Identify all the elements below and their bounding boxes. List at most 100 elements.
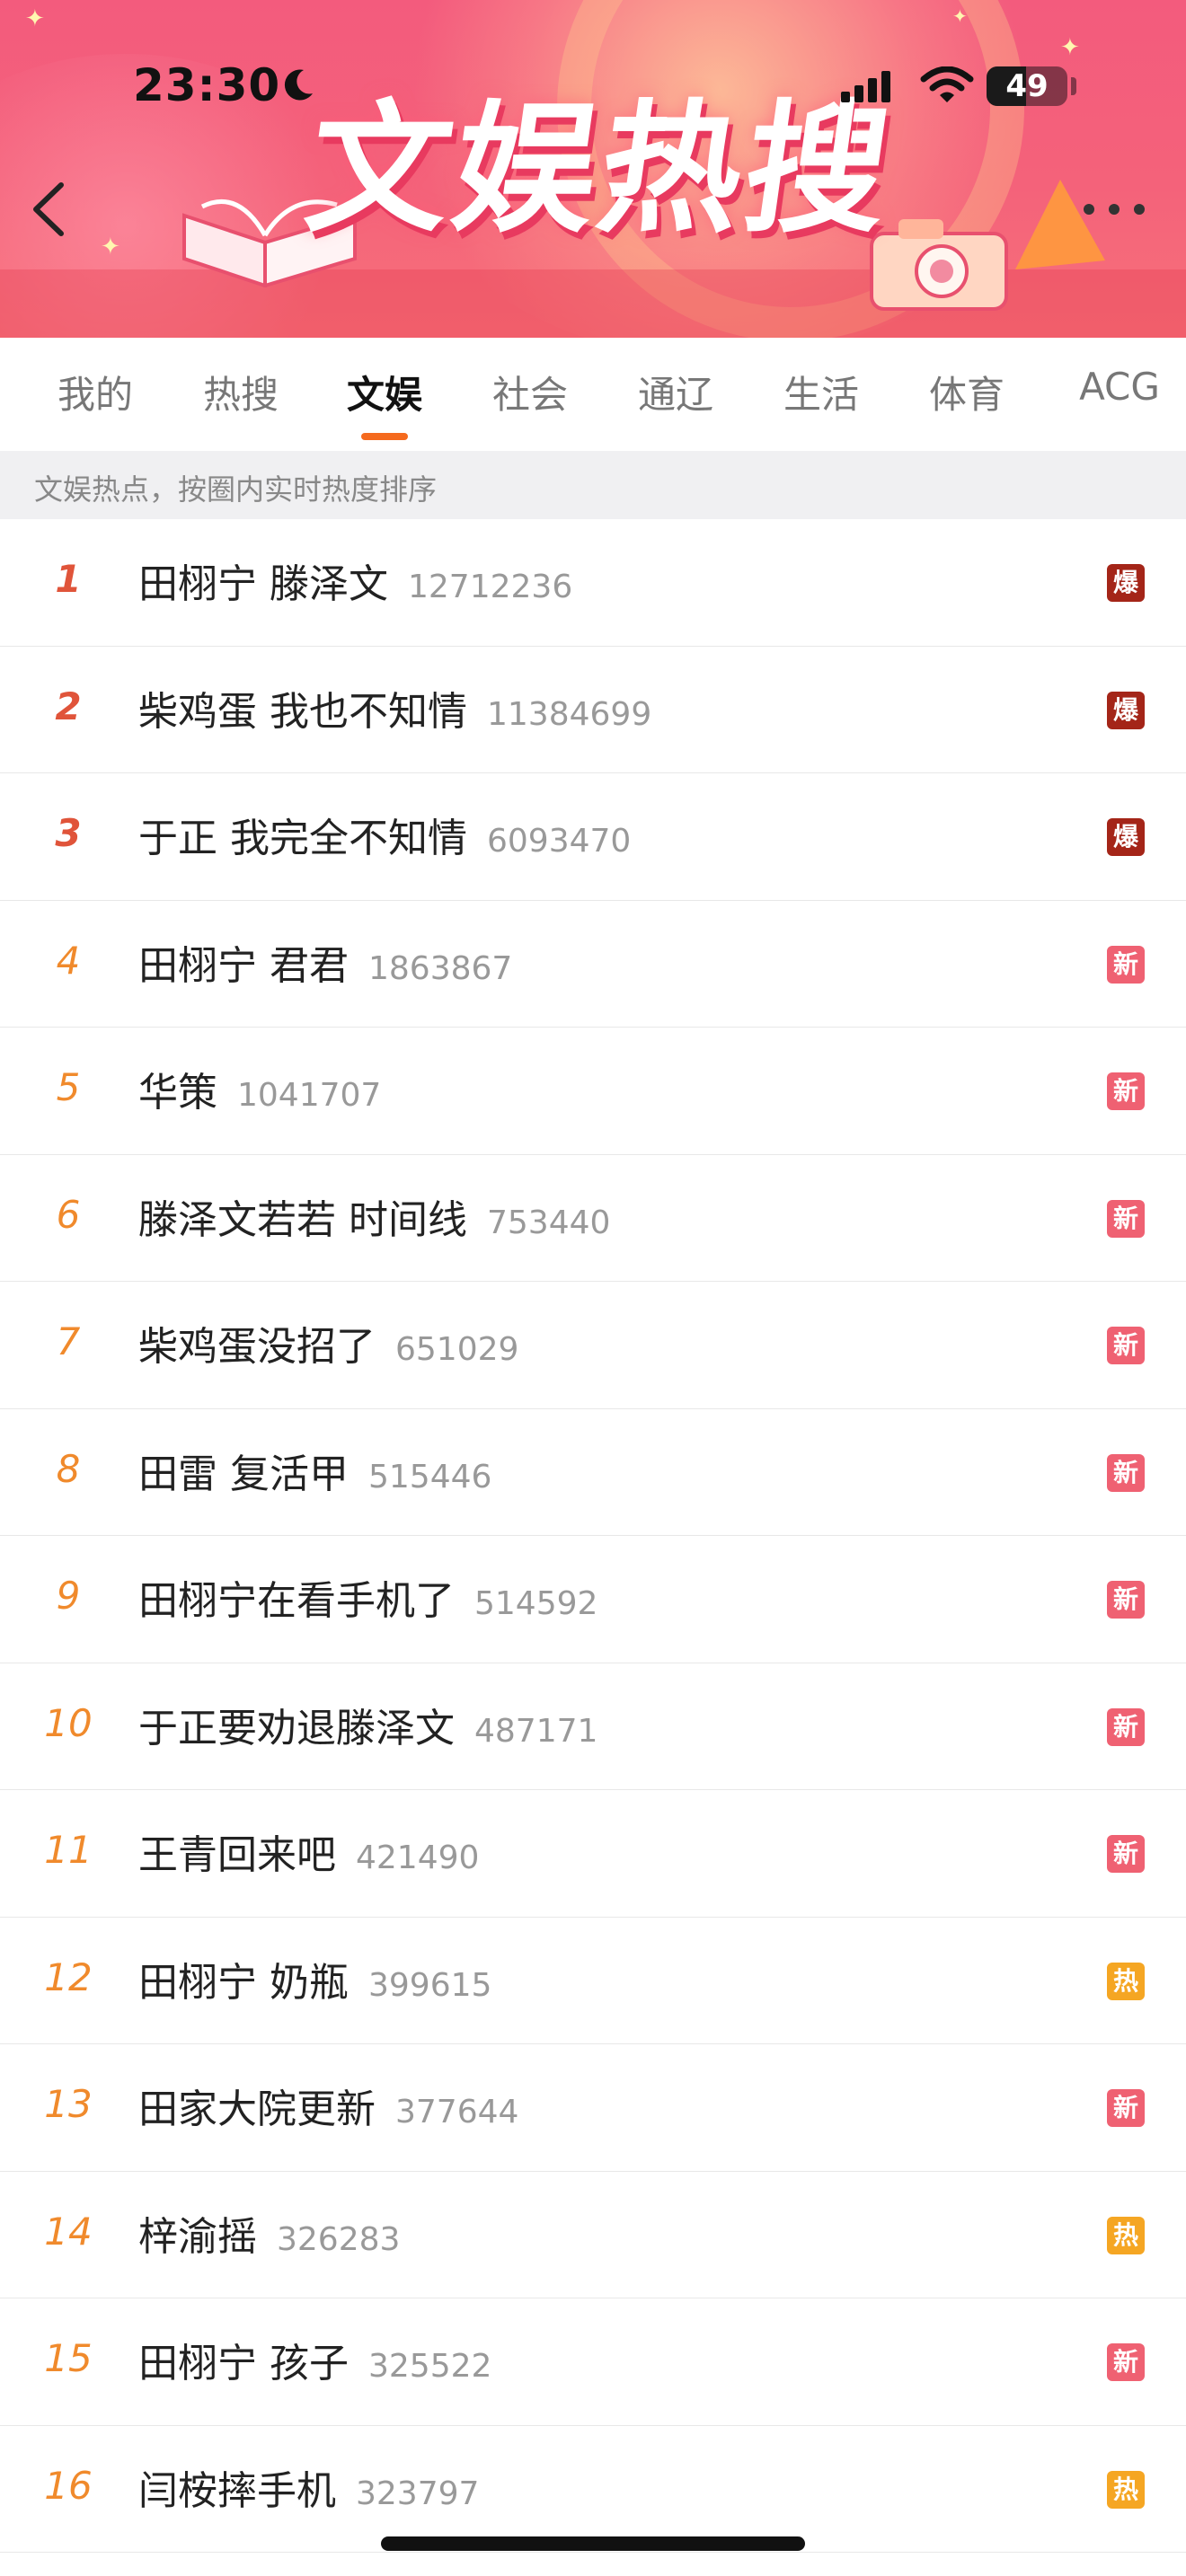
topic-title[interactable]: 王青回来吧 — [138, 1832, 336, 1878]
list-item[interactable]: 9 田栩宁在看手机了 514592 新 — [0, 1536, 1186, 1663]
topic-text: 田栩宁 孩子 325522 — [138, 2331, 491, 2388]
topic-title[interactable]: 闫桉摔手机 — [138, 2468, 336, 2514]
moon-icon — [284, 69, 313, 101]
heat-value: 421490 — [356, 1839, 480, 1876]
notice-text: 文娱热点，按圈内实时热度排序 — [34, 472, 438, 507]
topic-text: 田栩宁 奶瓶 399615 — [138, 1950, 491, 2007]
rank-number: 1 — [55, 557, 82, 601]
topic-title[interactable]: 田家大院更新 — [138, 2086, 376, 2132]
status-badge: 新 — [1107, 1707, 1145, 1746]
rank-number: 5 — [56, 1065, 81, 1109]
topic-title[interactable]: 滕泽文若若 时间线 — [138, 1197, 467, 1243]
topic-title[interactable]: 田栩宁 孩子 — [138, 2341, 349, 2386]
topic-text: 滕泽文若若 时间线 753440 — [138, 1187, 610, 1245]
status-badge: 新 — [1107, 1835, 1145, 1873]
topic-text: 梓渝摇 326283 — [138, 2204, 400, 2262]
status-badge: 爆 — [1107, 818, 1145, 856]
banner: ✦ ✦ ✦ ✦ 文娱热搜 — [0, 0, 1186, 338]
status-badge: 新 — [1107, 1453, 1145, 1492]
rank-number: 9 — [56, 1574, 81, 1618]
topic-title[interactable]: 于正 我完全不知情 — [138, 816, 467, 861]
list-item[interactable]: 8 田雷 复活甲 515446 新 — [0, 1409, 1186, 1536]
signal-icon — [841, 71, 890, 102]
status-badge: 新 — [1107, 1199, 1145, 1238]
status-badge: 爆 — [1107, 564, 1145, 602]
tab-entertainment[interactable]: 文娱 — [336, 365, 433, 419]
heat-value: 6093470 — [487, 823, 632, 860]
topic-title[interactable]: 于正要劝退滕泽文 — [138, 1706, 455, 1751]
topic-text: 柴鸡蛋 我也不知情 11384699 — [138, 679, 651, 737]
tab-acg[interactable]: ACG — [1064, 365, 1175, 419]
list-item[interactable]: 13 田家大院更新 377644 新 — [0, 2044, 1186, 2172]
heat-value: 399615 — [368, 1966, 492, 2004]
status-time: 23:30 — [133, 59, 281, 111]
battery-label: 49 — [1005, 68, 1049, 104]
list-item[interactable]: 2 柴鸡蛋 我也不知情 11384699 爆 — [0, 647, 1186, 773]
rank-number: 2 — [55, 684, 82, 728]
tab-tongliao[interactable]: 通辽 — [627, 365, 724, 419]
sparkle-icon: ✦ — [1060, 34, 1080, 61]
heat-value: 514592 — [474, 1585, 598, 1622]
topic-title[interactable]: 田栩宁在看手机了 — [138, 1578, 455, 1624]
list-item[interactable]: 12 田栩宁 奶瓶 399615 热 — [0, 1918, 1186, 2044]
sparkle-icon: ✦ — [952, 5, 968, 27]
tab-mine[interactable]: 我的 — [47, 365, 144, 419]
topic-title[interactable]: 田栩宁 君君 — [138, 943, 349, 989]
rank-number: 14 — [44, 2209, 93, 2254]
status-badge: 热 — [1107, 2216, 1145, 2254]
heat-value: 323797 — [356, 2475, 480, 2512]
topic-title[interactable]: 田栩宁 滕泽文 — [138, 561, 388, 607]
back-icon[interactable] — [27, 178, 72, 241]
list-item[interactable]: 3 于正 我完全不知情 6093470 爆 — [0, 773, 1186, 901]
list-item[interactable]: 1 田栩宁 滕泽文 12712236 爆 — [0, 519, 1186, 647]
active-tab-indicator — [361, 433, 408, 440]
list-item[interactable]: 4 田栩宁 君君 1863867 新 — [0, 901, 1186, 1028]
sparkle-icon: ✦ — [25, 5, 45, 32]
status-badge: 新 — [1107, 1327, 1145, 1364]
rank-number: 7 — [56, 1319, 81, 1363]
heat-value: 487171 — [474, 1712, 598, 1750]
topic-text: 田栩宁 滕泽文 12712236 — [138, 551, 572, 609]
heat-value: 325522 — [368, 2348, 492, 2385]
topic-text: 闫桉摔手机 323797 — [138, 2458, 479, 2516]
list-item[interactable]: 5 华策 1041707 新 — [0, 1028, 1186, 1155]
tab-sports[interactable]: 体育 — [918, 365, 1015, 419]
topic-text: 王青回来吧 421490 — [138, 1822, 479, 1880]
list-item[interactable]: 11 王青回来吧 421490 新 — [0, 1790, 1186, 1918]
sparkle-icon: ✦ — [101, 234, 120, 260]
list-item[interactable]: 7 柴鸡蛋没招了 651029 新 — [0, 1282, 1186, 1409]
rank-number: 4 — [56, 938, 81, 983]
shape-decoration — [1015, 180, 1105, 269]
status-badge: 热 — [1107, 2470, 1145, 2509]
list-item[interactable]: 15 田栩宁 孩子 325522 新 — [0, 2298, 1186, 2426]
rank-number: 13 — [44, 2082, 93, 2126]
topic-title[interactable]: 田雷 复活甲 — [138, 1451, 349, 1497]
status-badge: 新 — [1107, 2343, 1145, 2381]
topic-title[interactable]: 柴鸡蛋没招了 — [138, 1324, 376, 1370]
heat-value: 326283 — [277, 2220, 401, 2258]
topic-text: 田雷 复活甲 515446 — [138, 1442, 491, 1499]
status-badge: 新 — [1107, 1581, 1145, 1619]
list-item[interactable]: 10 于正要劝退滕泽文 487171 新 — [0, 1663, 1186, 1790]
topic-title[interactable]: 田栩宁 奶瓶 — [138, 1960, 349, 2006]
topic-title[interactable]: 梓渝摇 — [138, 2214, 257, 2260]
hot-search-list: 1 田栩宁 滕泽文 12712236 爆 2 柴鸡蛋 我也不知情 11384699 爆 3 于正 … — [0, 519, 1186, 2553]
tab-life[interactable]: 生活 — [773, 365, 870, 419]
heat-value: 515446 — [368, 1458, 492, 1495]
list-item[interactable]: 6 滕泽文若若 时间线 753440 新 — [0, 1155, 1186, 1282]
list-item[interactable]: 16 闫桉摔手机 323797 热 — [0, 2426, 1186, 2553]
heat-value: 1863867 — [368, 949, 513, 987]
rank-number: 11 — [44, 1828, 93, 1872]
wifi-icon — [920, 66, 974, 102]
home-indicator[interactable] — [381, 2536, 805, 2551]
rank-number: 12 — [44, 1954, 93, 1999]
more-icon[interactable] — [1078, 196, 1150, 223]
tab-society[interactable]: 社会 — [482, 365, 579, 419]
topic-title[interactable]: 华策 — [138, 1070, 217, 1116]
list-item[interactable]: 14 梓渝摇 326283 热 — [0, 2172, 1186, 2298]
rank-number: 3 — [55, 811, 82, 855]
topic-text: 田栩宁 君君 1863867 — [138, 933, 512, 991]
tab-hot-search[interactable]: 热搜 — [192, 365, 289, 419]
topic-title[interactable]: 柴鸡蛋 我也不知情 — [138, 689, 467, 735]
status-badge: 新 — [1107, 1072, 1145, 1110]
